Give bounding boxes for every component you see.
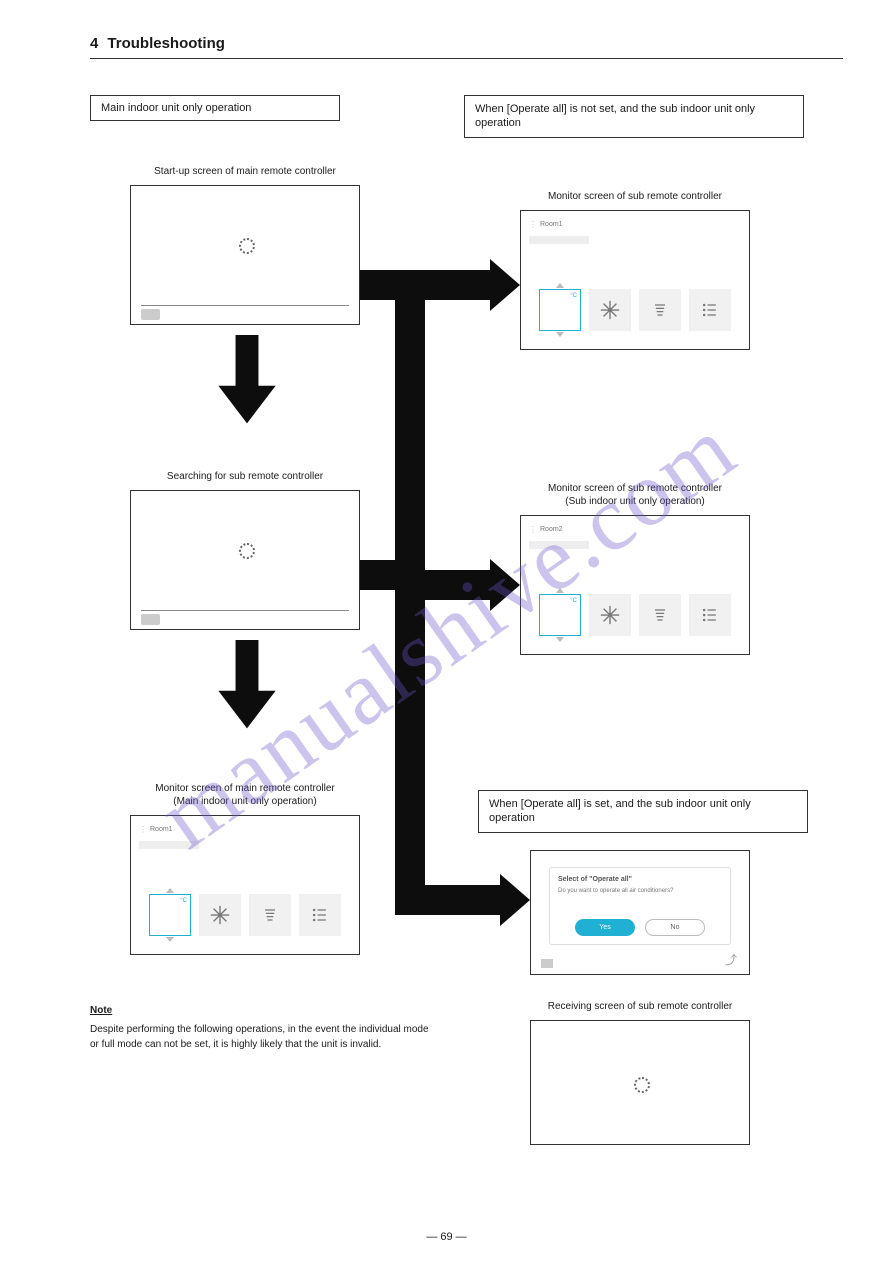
connector (360, 560, 395, 590)
list-tile[interactable] (689, 594, 731, 636)
temp-unit: °C (570, 293, 577, 299)
loading-spinner-icon (239, 543, 251, 555)
arrow-right-icon (500, 874, 530, 926)
card-header: ⋮ Room1 (139, 822, 351, 836)
room-label: Room1 (540, 221, 563, 228)
breadcrumb-bar (139, 838, 199, 849)
temp-unit: °C (570, 598, 577, 604)
panel-startup: AC (130, 185, 360, 325)
caption-line1: Monitor screen of main remote controller (110, 782, 380, 795)
label-main-only: Main indoor unit only operation (90, 95, 340, 121)
connector (425, 270, 490, 300)
connector-trunk (395, 270, 425, 915)
caption-startup: Start-up screen of main remote controlle… (130, 165, 360, 178)
card-header: ⋮ Room1 (529, 217, 741, 231)
caption-monitor-sub1: Monitor screen of sub remote controller (510, 190, 760, 203)
connector (360, 270, 395, 300)
panel-monitor-sub2: ⋮ Room2 °C (520, 515, 750, 655)
dialog-card: Select of "Operate all" Do you want to o… (549, 867, 731, 945)
caption-monitor-sub2: Monitor screen of sub remote controller … (500, 482, 770, 508)
breadcrumb-bar (529, 538, 589, 549)
room-label: Room1 (150, 826, 173, 833)
arrow-right-icon (490, 559, 520, 611)
panel-search-sub: AC (130, 490, 360, 630)
caption-search-sub: Searching for sub remote controller (130, 470, 360, 483)
control-tiles: °C (521, 289, 749, 331)
list-icon (700, 605, 720, 625)
fan-icon (650, 605, 670, 625)
caption-receiving: Receiving screen of sub remote controlle… (510, 1000, 770, 1013)
connector (395, 885, 500, 915)
caption-monitor-main: Monitor screen of main remote controller… (110, 782, 380, 808)
menu-dots-icon: ⋮ (529, 220, 536, 229)
mode-tile[interactable] (589, 594, 631, 636)
ac-label: AC (141, 309, 160, 320)
dialog-question: Do you want to operate all air condition… (558, 888, 722, 894)
panel-monitor-sub1: ⋮ Room1 °C (520, 210, 750, 350)
card-header: ⋮ Room2 (529, 522, 741, 536)
snowflake-icon (599, 299, 621, 321)
snowflake-icon (599, 604, 621, 626)
loading-spinner-icon (634, 1077, 646, 1089)
label-operate-all: When [Operate all] is set, and the sub i… (478, 790, 808, 833)
arrow-down-icon (212, 640, 282, 733)
arrow-down-icon (212, 335, 282, 428)
breadcrumb-bar (529, 233, 589, 244)
list-tile[interactable] (689, 289, 731, 331)
panel-receiving (530, 1020, 750, 1145)
control-tiles: °C (131, 894, 359, 936)
fan-tile[interactable] (639, 594, 681, 636)
panel-monitor-main: ⋮ Room1 °C (130, 815, 360, 955)
caption-line2: (Sub indoor unit only operation) (500, 495, 770, 508)
list-tile[interactable] (299, 894, 341, 936)
section-number: 4 (90, 35, 98, 52)
mode-tile[interactable] (589, 289, 631, 331)
list-icon (310, 905, 330, 925)
caption-line2: (Main indoor unit only operation) (110, 795, 380, 808)
temp-tile[interactable]: °C (149, 894, 191, 936)
caption-line1: Monitor screen of sub remote controller (500, 482, 770, 495)
yes-button[interactable]: Yes (575, 919, 635, 936)
connector (425, 570, 490, 600)
page-header: 4 Troubleshooting (90, 35, 843, 59)
fan-icon (260, 905, 280, 925)
back-icon[interactable]: ⤴ (725, 951, 737, 968)
arrow-right-icon (490, 259, 520, 311)
loading-spinner-icon (239, 238, 251, 250)
no-button[interactable]: No (645, 919, 705, 936)
list-icon (700, 300, 720, 320)
mode-tile[interactable] (199, 894, 241, 936)
note-label: Note (90, 1005, 112, 1016)
section-title: Troubleshooting (107, 35, 225, 52)
temp-unit: °C (180, 898, 187, 904)
dialog-buttons: Yes No (562, 919, 718, 936)
panel-dialog: Select of "Operate all" Do you want to o… (530, 850, 750, 975)
control-tiles: °C (521, 594, 749, 636)
dialog-title: Select of "Operate all" (558, 876, 722, 883)
snowflake-icon (209, 904, 231, 926)
temp-tile[interactable]: °C (539, 289, 581, 331)
fan-tile[interactable] (249, 894, 291, 936)
page-number: — 69 — (426, 1231, 466, 1243)
note-text: Despite performing the following operati… (90, 1022, 433, 1052)
menu-dots-icon: ⋮ (529, 525, 536, 534)
fan-icon (650, 300, 670, 320)
divider (141, 305, 349, 306)
note-block: Note (90, 1005, 433, 1016)
menu-dots-icon: ⋮ (139, 825, 146, 834)
temp-tile[interactable]: °C (539, 594, 581, 636)
ac-label: AC (141, 614, 160, 625)
room-label: Room2 (540, 526, 563, 533)
divider (141, 610, 349, 611)
fan-tile[interactable] (639, 289, 681, 331)
home-icon (541, 959, 553, 968)
label-sub-only: When [Operate all] is not set, and the s… (464, 95, 804, 138)
